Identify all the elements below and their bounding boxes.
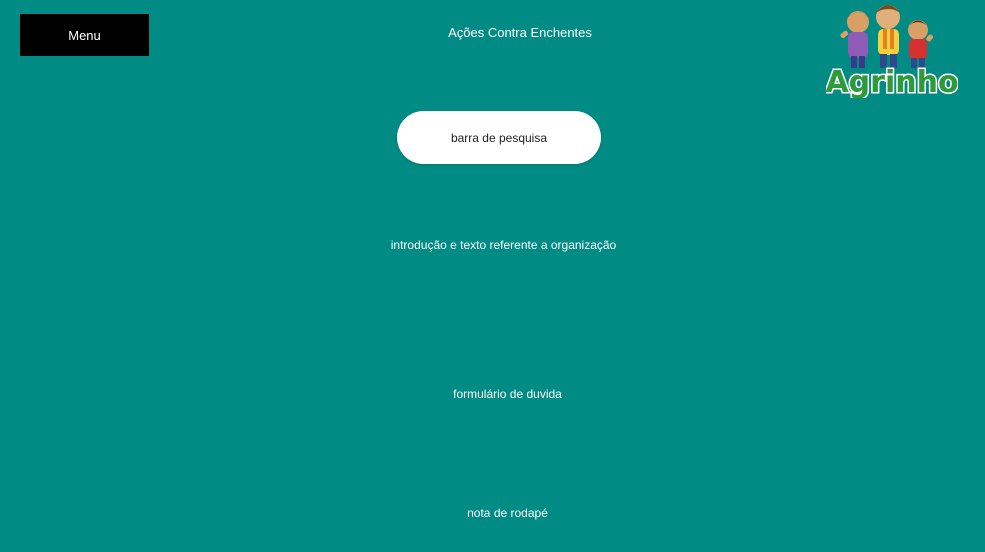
footer-note: nota de rodapé	[467, 506, 548, 520]
intro-text: introdução e texto referente a organizaç…	[390, 238, 617, 252]
logo-text: Agrinho	[826, 65, 958, 98]
agrinho-logo-icon: Agrinho	[826, 2, 958, 98]
search-input[interactable]	[397, 111, 601, 164]
question-form-placeholder: formulário de duvida	[453, 387, 562, 401]
